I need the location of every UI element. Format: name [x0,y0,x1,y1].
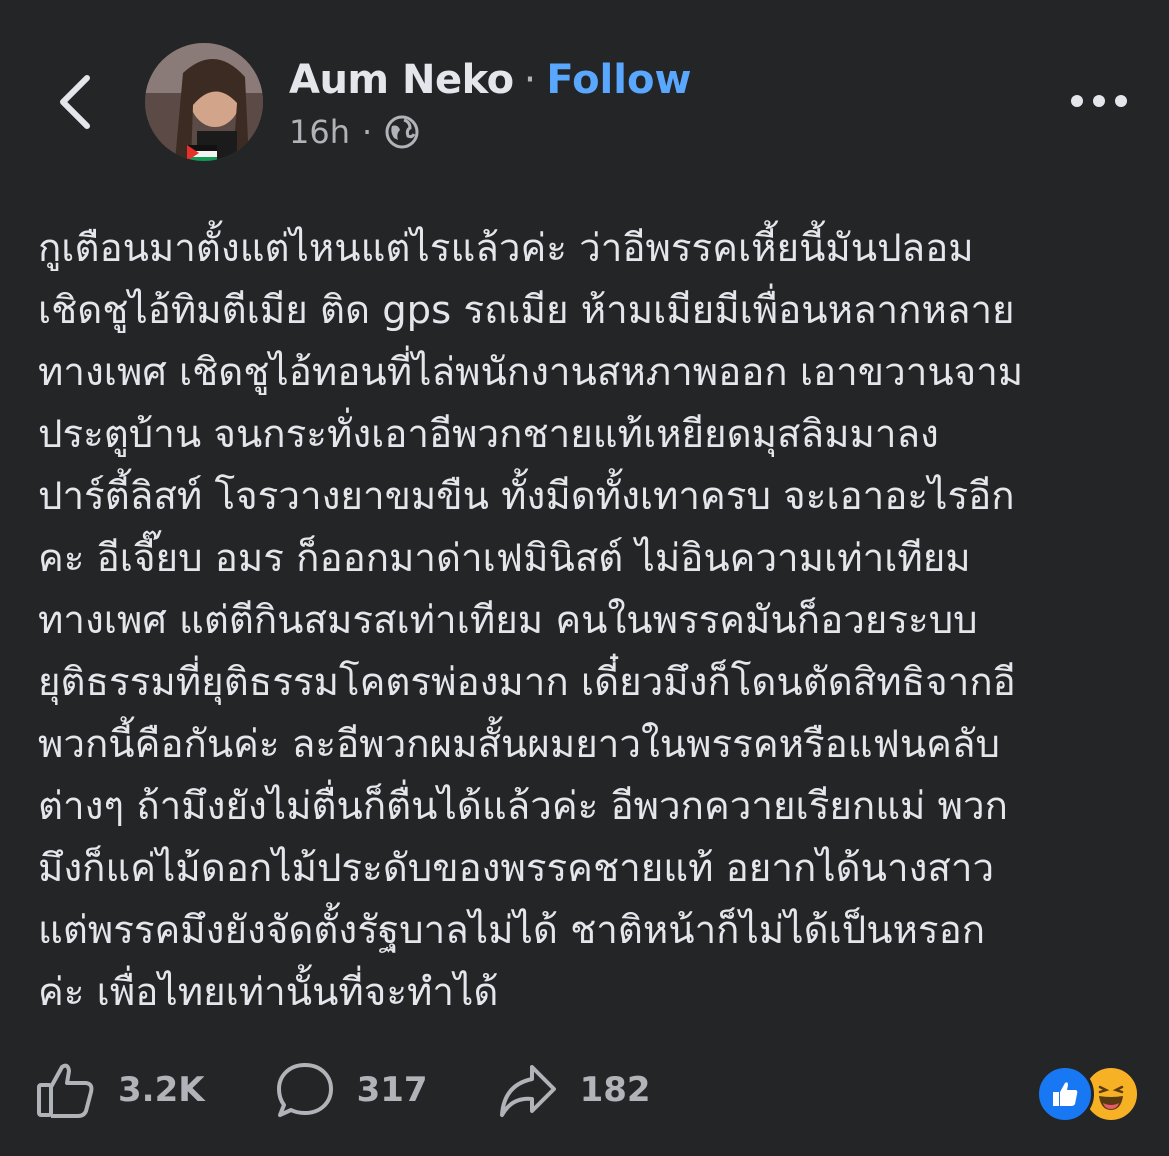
follow-button[interactable]: Follow [546,57,691,103]
like-reaction-icon [1036,1065,1094,1123]
share-count: 182 [579,1070,651,1110]
post-header: Aum Neko · Follow [289,54,691,106]
action-bar: 3.2K 317 182 [36,1060,721,1120]
flag-icon [187,145,217,161]
comment-count: 317 [356,1070,428,1110]
back-button[interactable] [40,66,110,142]
share-arrow-icon [498,1061,558,1119]
more-horizontal-icon [1069,93,1129,112]
comment-button[interactable]: 317 [275,1061,428,1119]
meta-separator: · [362,113,373,151]
avatar[interactable] [145,43,263,161]
like-count: 3.2K [118,1070,205,1110]
post-text: กูเตือนมาตั้งแต่ไหนแต่ไรแล้วค่ะ ว่าอีพรร… [38,226,1024,1015]
comment-bubble-icon [275,1061,335,1119]
timestamp[interactable]: 16h [289,113,350,151]
more-options-button[interactable] [1064,82,1134,122]
avatar-image [145,43,263,161]
reaction-summary[interactable] [1036,1065,1140,1123]
post-meta: 16h · [289,110,420,154]
author-name[interactable]: Aum Neko [289,57,514,103]
name-separator: · [523,57,537,103]
chevron-left-icon [55,72,95,136]
globe-icon [384,114,420,150]
share-button[interactable]: 182 [498,1061,651,1119]
thumbs-up-icon [36,1061,96,1119]
like-button[interactable]: 3.2K [36,1061,205,1119]
